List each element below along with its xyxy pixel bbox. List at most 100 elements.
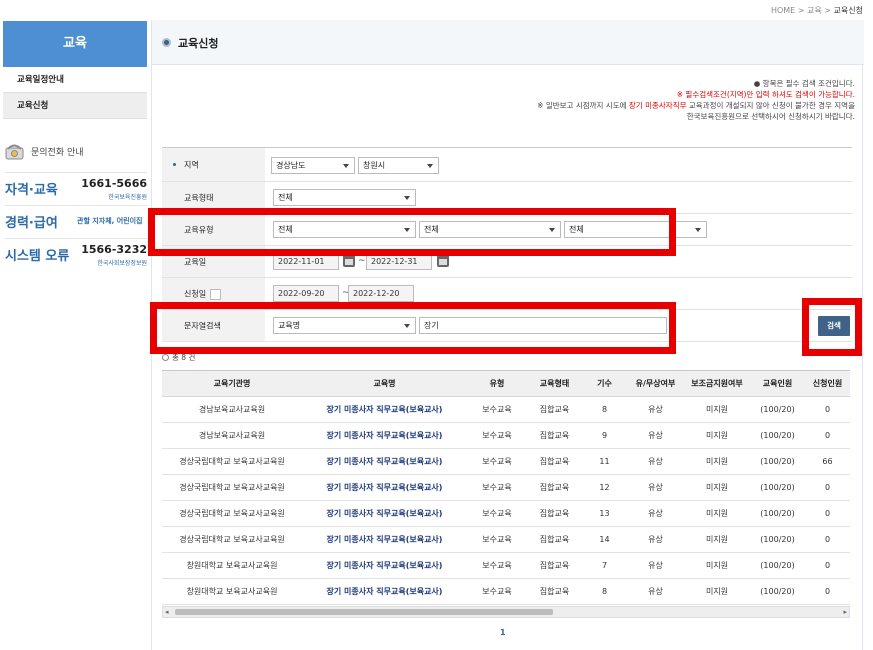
apply-date-checkbox[interactable] (210, 289, 221, 300)
table-cell: (100/20) (750, 578, 805, 605)
required-dot-icon (173, 162, 176, 166)
chevron-down-icon (427, 164, 433, 168)
pagination-current[interactable]: 1 (500, 628, 506, 637)
province-select[interactable]: 경상남도 (271, 157, 355, 174)
sidebar-item-edu-apply[interactable]: 교육신청 (3, 93, 147, 119)
search-button[interactable]: 검색 (818, 316, 850, 336)
table-cell: 보수교육 (467, 474, 527, 501)
table-cell: 0 (805, 552, 850, 579)
table-cell: 보수교육 (467, 500, 527, 527)
breadcrumb-sep: > (824, 6, 831, 15)
chevron-down-icon (404, 196, 410, 200)
table-cell: 집합교육 (527, 552, 582, 579)
column-header: 신청인원 (805, 370, 850, 397)
column-header: 유/무상여부 (627, 370, 684, 397)
table-cell: 미지원 (684, 422, 750, 449)
table-cell: 보수교육 (467, 552, 527, 579)
breadcrumb-sep: > (797, 6, 805, 15)
table-cell: (100/20) (750, 448, 805, 475)
city-select[interactable]: 창원시 (358, 157, 439, 174)
province-value: 경상남도 (276, 161, 306, 170)
course-name-link[interactable]: 장기 미종사자 직무교육(보육교사) (302, 448, 467, 475)
course-name-link[interactable]: 장기 미종사자 직무교육(보육교사) (302, 422, 467, 449)
table-row[interactable]: 경상국립대학교 보육교사교육원 장기 미종사자 직무교육(보육교사) 보수교육 집합교… (162, 500, 850, 527)
table-cell: 유상 (627, 552, 684, 579)
table-cell: 창원대학교 보육교사교육원 (162, 578, 302, 605)
page-title: 교육신청 (178, 37, 219, 50)
contact-heading-label: 문의전화 안내 (31, 148, 84, 158)
table-cell: 보수교육 (467, 396, 527, 423)
notice-text: 교육과정이 개설되지 않아 신청이 불가한 경우 지역을 (686, 101, 855, 110)
notice-text: ※ 일반보고 시점까지 시도에 (537, 101, 629, 110)
scrollbar-thumb[interactable] (175, 609, 553, 615)
calendar-icon[interactable] (437, 255, 449, 267)
table-cell: 집합교육 (527, 396, 582, 423)
table-cell: 유상 (627, 500, 684, 527)
table-cell: (100/20) (750, 396, 805, 423)
table-row[interactable]: 창원대학교 보육교사교육원 장기 미종사자 직무교육(보육교사) 보수교육 집합교육 8… (162, 578, 850, 605)
table-cell: (100/20) (750, 474, 805, 501)
result-count: 총 8 건 (162, 352, 195, 363)
horizontal-scrollbar[interactable]: ◂ ▸ (162, 606, 850, 618)
edu-form-select[interactable]: 전체 (273, 189, 416, 206)
table-cell: 0 (805, 578, 850, 605)
table-cell: 미지원 (684, 396, 750, 423)
contact-number: 1661-5666 (81, 177, 147, 190)
table-cell: 유상 (627, 396, 684, 423)
contact-org: 한국보육진흥원 (108, 194, 147, 201)
apply-date-to[interactable]: 2022-12-20 (348, 285, 414, 302)
sidebar-item-edu-schedule[interactable]: 교육일정안내 (3, 67, 147, 93)
table-cell: 집합교육 (527, 448, 582, 475)
course-name-link[interactable]: 장기 미종사자 직무교육(보육교사) (302, 474, 467, 501)
table-row[interactable]: 경남보육교사교육원 장기 미종사자 직무교육(보육교사) 보수교육 집합교육 8 유상 미지… (162, 396, 850, 423)
table-cell: 11 (582, 448, 627, 475)
table-row[interactable]: 경상국립대학교 보육교사교육원 장기 미종사자 직무교육(보육교사) 보수교육 집합교… (162, 448, 850, 475)
table-cell: 집합교육 (527, 474, 582, 501)
scroll-right-icon[interactable]: ▸ (843, 608, 847, 616)
contact-org: 한국사회보장정보원 (97, 260, 147, 267)
chevron-down-icon (695, 228, 701, 232)
column-header: 교육명 (302, 370, 467, 397)
table-cell: 유상 (627, 474, 684, 501)
breadcrumb: HOME > 교육 > 교육신청 (771, 5, 863, 16)
contact-note: 관할 지자체, 어린이집 (77, 217, 143, 225)
table-cell: 0 (805, 500, 850, 527)
contact-number: 1566-3232 (81, 243, 147, 256)
course-name-link[interactable]: 장기 미종사자 직무교육(보육교사) (302, 578, 467, 605)
table-row[interactable]: 창원대학교 보육교사교육원 장기 미종사자 직무교육(보육교사) 보수교육 집합교육 7… (162, 552, 850, 579)
table-row[interactable]: 경상국립대학교 보육교사교육원 장기 미종사자 직무교육(보육교사) 보수교육 집합교… (162, 526, 850, 553)
apply-date-from[interactable]: 2022-09-20 (273, 285, 339, 302)
contact-certificate: 자격·교육 1661-5666 한국보육진흥원 (5, 172, 147, 202)
table-cell: 14 (582, 526, 627, 553)
table-cell: 미지원 (684, 578, 750, 605)
city-value: 창원시 (363, 161, 386, 170)
course-name-link[interactable]: 장기 미종사자 직무교육(보육교사) (302, 396, 467, 423)
notice-line: 한국보육진흥원으로 선택하시어 신청하시기 바랍니다. (686, 112, 855, 121)
edu-form-value: 전체 (278, 193, 293, 202)
column-header: 교육형태 (527, 370, 582, 397)
calendar-icon[interactable] (343, 255, 355, 267)
table-cell: (100/20) (750, 500, 805, 527)
course-name-link[interactable]: 장기 미종사자 직무교육(보육교사) (302, 526, 467, 553)
table-cell: 유상 (627, 448, 684, 475)
scroll-left-icon[interactable]: ◂ (165, 608, 169, 616)
table-row[interactable]: 경남보육교사교육원 장기 미종사자 직무교육(보육교사) 보수교육 집합교육 9 유상 미지… (162, 422, 850, 449)
highlight-box-edu-type (148, 208, 676, 256)
table-cell: 0 (805, 396, 850, 423)
breadcrumb-level1[interactable]: 교육 (807, 6, 822, 15)
contact-label: 자격·교육 (5, 183, 58, 198)
table-cell: 미지원 (684, 526, 750, 553)
table-cell: 미지원 (684, 448, 750, 475)
contact-heading: 문의전화 안내 (4, 140, 148, 164)
edu-date-label: 교육일 (184, 257, 207, 266)
phone-icon (5, 144, 24, 160)
course-name-link[interactable]: 장기 미종사자 직무교육(보육교사) (302, 552, 467, 579)
course-name-link[interactable]: 장기 미종사자 직무교육(보육교사) (302, 500, 467, 527)
breadcrumb-current: 교육신청 (833, 6, 863, 15)
table-cell: 유상 (627, 526, 684, 553)
info-icon (162, 354, 169, 361)
table-row[interactable]: 경상국립대학교 보육교사교육원 장기 미종사자 직무교육(보육교사) 보수교육 집합교… (162, 474, 850, 501)
table-cell: 미지원 (684, 552, 750, 579)
breadcrumb-home[interactable]: HOME (771, 6, 795, 15)
notice-line: ※ 필수검색조건(지역)만 입력 하셔도 검색이 가능합니다. (676, 90, 855, 99)
